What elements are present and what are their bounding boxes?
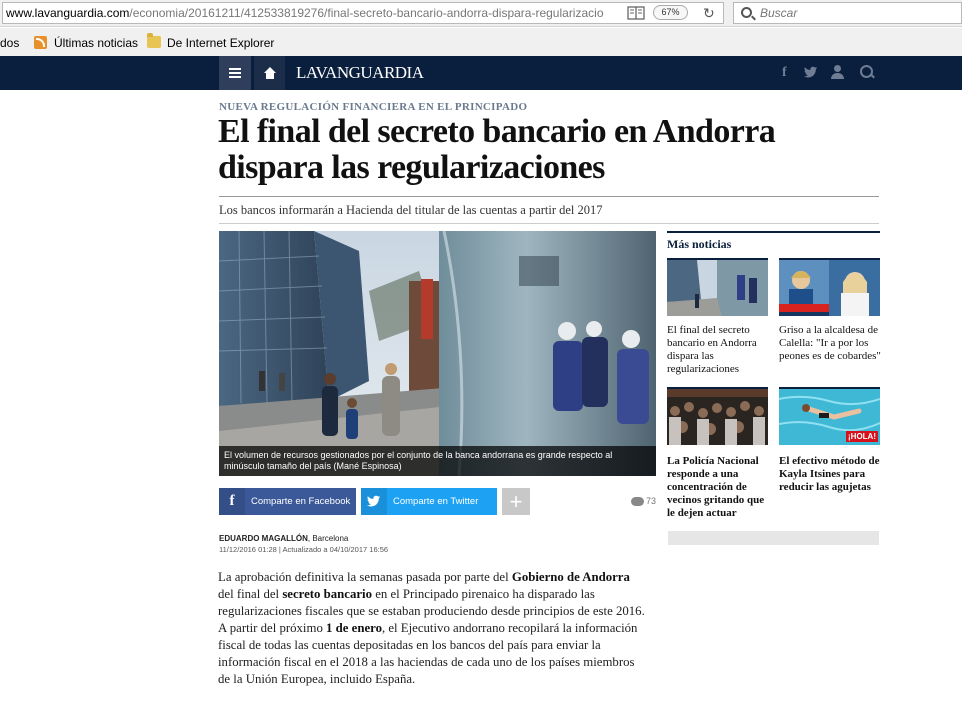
article-dates: 11/12/2016 01:28 | Actualizado a 04/10/2… [219, 545, 389, 554]
browser-toolbar: www.lavanguardia.com/economia/20161211/4… [0, 0, 962, 27]
news-thumbnail[interactable] [779, 258, 880, 316]
author-name[interactable]: EDUARDO MAGALLÓN [219, 534, 308, 543]
share-twitter-label: Comparte en Twitter [393, 496, 479, 507]
facebook-icon[interactable]: f [782, 65, 787, 81]
share-facebook-button[interactable]: f Comparte en Facebook [219, 488, 356, 515]
article-title: El final del secreto bancario en Andorra… [218, 113, 776, 186]
twitter-icon[interactable] [804, 66, 818, 78]
twitter-icon [361, 488, 387, 515]
zoom-indicator[interactable]: 67% [653, 5, 688, 20]
share-twitter-button[interactable]: Comparte en Twitter [361, 488, 497, 515]
facebook-icon: f [219, 488, 245, 515]
divider [219, 223, 879, 224]
search-placeholder: Buscar [760, 6, 798, 20]
news-thumbnail[interactable] [667, 387, 768, 445]
body-bold-text: secreto bancario [282, 587, 372, 601]
author-location: , Barcelona [307, 534, 349, 543]
article-kicker: NUEVA REGULACIÓN FINANCIERA EN EL PRINCI… [219, 101, 528, 113]
body-bold-text: 1 de enero [326, 621, 382, 635]
reload-icon[interactable]: ↻ [703, 3, 715, 23]
body-bold-text: Gobierno de Andorra [511, 570, 630, 584]
comment-bubble-icon [631, 497, 644, 506]
news-thumbnail[interactable] [667, 258, 768, 316]
rss-feed-icon [34, 36, 47, 49]
hola-badge: ¡HOLA! [846, 431, 878, 442]
sidebar-divider [667, 231, 880, 233]
address-bar[interactable]: www.lavanguardia.com/economia/20161211/4… [2, 2, 724, 24]
home-icon[interactable] [254, 56, 285, 90]
bookmark-ultimas-noticias[interactable]: Últimas noticias [54, 36, 138, 50]
more-news-title: Más noticias [667, 237, 732, 251]
news-headline[interactable]: Griso a la alcaldesa de Calella: "Ir a p… [779, 324, 883, 363]
bookmark-internet-explorer[interactable]: De Internet Explorer [167, 36, 274, 50]
article-subtitle: Los bancos informarán a Hacienda del tit… [219, 203, 603, 217]
news-headline[interactable]: La Policía Nacional responde a una conce… [667, 455, 771, 520]
body-text: del final del [218, 587, 283, 601]
street-shop-window-image [219, 231, 656, 476]
news-headline[interactable]: El efectivo método de Kayla Itsines para… [779, 455, 883, 494]
folder-icon [147, 33, 161, 48]
bookmarks-bar: dos Últimas noticias De Internet Explore… [0, 28, 962, 56]
site-header: LAVANGUARDIA f [0, 56, 962, 90]
divider [219, 196, 879, 197]
share-facebook-label: Comparte en Facebook [251, 496, 351, 507]
comments-number: 73 [646, 496, 657, 506]
article-body: La aprobación definitiva la semanas pasa… [218, 569, 648, 688]
browser-search-box[interactable]: Buscar [733, 2, 962, 24]
article-photo [219, 231, 656, 476]
url-host: www.lavanguardia.com [6, 6, 130, 20]
news-thumbnail[interactable]: ¡HOLA! [779, 387, 880, 445]
menu-button[interactable] [219, 56, 251, 90]
sidebar-placeholder-box [668, 531, 879, 545]
body-text: La aprobación definitiva la semanas pasa… [218, 570, 512, 584]
site-logo[interactable]: LAVANGUARDIA [296, 63, 424, 83]
reader-view-icon[interactable] [627, 6, 645, 20]
menu-icon [229, 68, 241, 70]
news-headline[interactable]: El final del secreto bancario en Andorra… [667, 324, 771, 376]
photo-caption: El volumen de recursos gestionados por e… [219, 446, 656, 476]
url-path: /economia/20161211/412533819276/final-se… [129, 6, 604, 20]
bookmark-dos[interactable]: dos [0, 36, 19, 50]
search-icon [741, 7, 752, 18]
more-share-button[interactable]: + [502, 488, 530, 515]
byline: EDUARDO MAGALLÓN, Barcelona [219, 534, 348, 543]
